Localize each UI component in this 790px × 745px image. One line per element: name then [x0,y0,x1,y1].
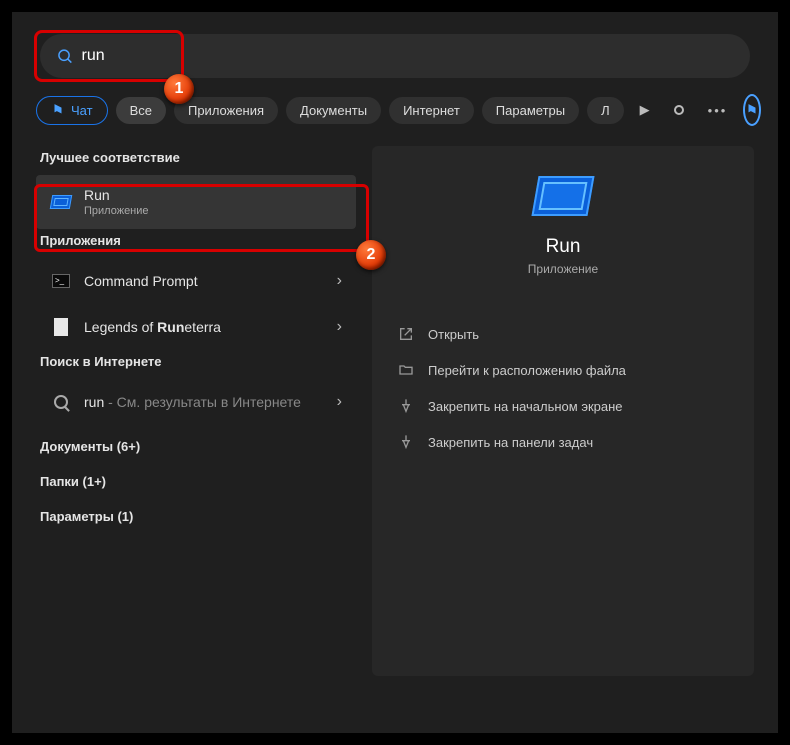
annotation-badge-2: 2 [356,240,386,270]
tab-more-cut[interactable]: Л [587,97,624,124]
chevron-right-icon: › [337,318,342,336]
section-apps: Приложения [40,233,356,248]
file-icon [54,318,68,336]
result-run[interactable]: Run Приложение [36,175,356,229]
action-label: Открыть [428,327,479,342]
section-web: Поиск в Интернете [40,354,356,369]
result-title: Run [84,187,149,203]
tab-scroll-right[interactable]: ▶ [632,96,658,124]
result-command-prompt[interactable]: >_ Command Prompt › [36,258,356,304]
section-best-match: Лучшее соответствие [40,150,356,165]
annotation-badge-1: 1 [164,74,194,104]
tab-chat[interactable]: Чат [36,96,108,125]
cmd-icon: >_ [52,274,70,288]
tab-documents[interactable]: Документы [286,97,381,124]
preview-subtitle: Приложение [528,262,598,276]
search-icon [56,47,74,65]
tab-account[interactable] [666,99,692,121]
preview-title: Run [546,236,581,258]
action-pin-start[interactable]: Закрепить на начальном экране [392,388,734,424]
search-bar[interactable] [40,34,750,78]
bing-button[interactable] [743,94,761,126]
result-web-search[interactable]: run - См. результаты в Интернете › [36,379,356,425]
action-file-location[interactable]: Перейти к расположению файла [392,352,734,388]
result-subtitle: Приложение [84,205,149,217]
tab-apps[interactable]: Приложения [174,97,278,124]
tab-settings[interactable]: Параметры [482,97,579,124]
start-search-window: 1 Чат Все Приложения Документы Интернет … [12,12,778,733]
result-legends-runeterra[interactable]: Legends of Runeterra › [36,304,356,350]
result-title: Command Prompt [84,273,198,289]
action-open[interactable]: Открыть [392,316,734,352]
section-settings[interactable]: Параметры (1) [40,509,356,524]
chevron-right-icon: › [337,393,342,411]
tab-label: Чат [71,103,93,118]
run-app-icon [50,195,72,209]
section-documents[interactable]: Документы (6+) [40,439,356,454]
folder-icon [398,362,414,378]
section-folders[interactable]: Папки (1+) [40,474,356,489]
search-input[interactable] [74,47,734,65]
chevron-right-icon: › [337,272,342,290]
action-label: Закрепить на панели задач [428,435,593,450]
bing-icon [745,103,759,117]
action-label: Закрепить на начальном экране [428,399,623,414]
tab-overflow[interactable]: ••• [700,97,736,124]
search-icon [54,395,68,409]
tab-internet[interactable]: Интернет [389,97,474,124]
action-pin-taskbar[interactable]: Закрепить на панели задач [392,424,734,460]
preview-panel: Run Приложение Открыть Перейти к располо… [372,146,754,676]
bing-chat-icon [51,103,65,117]
filter-tabs: Чат Все Приложения Документы Интернет Па… [36,94,754,126]
result-title: Legends of Runeterra [84,319,221,335]
results-panel: Лучшее соответствие Run Приложение Прило… [36,146,356,676]
tab-all[interactable]: Все [116,97,166,124]
action-label: Перейти к расположению файла [428,363,626,378]
result-title: run - См. результаты в Интернете [84,394,301,410]
run-app-icon-large [531,176,594,216]
pin-icon [398,434,414,450]
pin-icon [398,398,414,414]
open-icon [398,326,414,342]
